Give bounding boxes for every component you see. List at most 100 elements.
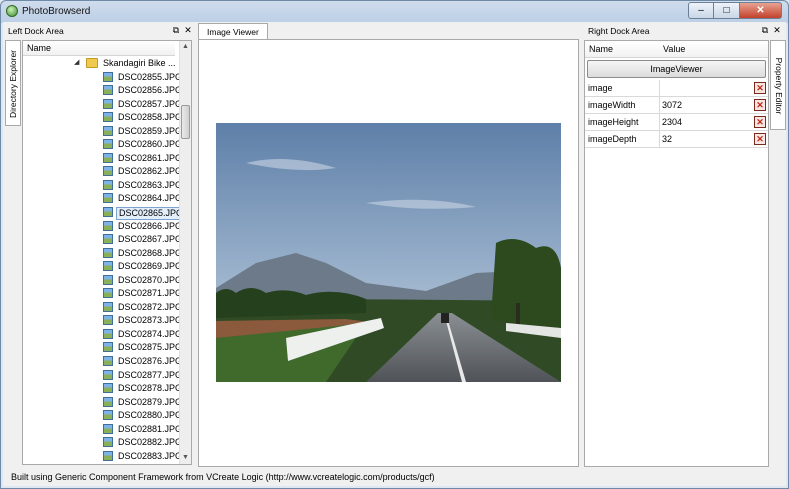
tree-file-row[interactable]: DSC02873.JPG [23, 314, 183, 328]
left-dock-title: Left Dock Area [8, 26, 64, 36]
close-icon: ✕ [756, 5, 765, 16]
tree-file-row[interactable]: DSC02880.JPG [23, 409, 182, 423]
float-dock-icon[interactable]: ⧉ [760, 24, 770, 36]
maximize-button[interactable]: □ [714, 2, 740, 19]
tab-directory-explorer[interactable]: Directory Explorer [5, 40, 21, 126]
property-row[interactable]: imageWidth 3072 ✕ [585, 97, 768, 114]
tree-file-row[interactable]: DSC02878.JPG [23, 382, 183, 396]
file-label: DSC02870.JPG [118, 274, 183, 285]
file-label: DSC02872.JPG [118, 301, 183, 312]
tree-file-row[interactable]: DSC02860.JPG [23, 138, 182, 152]
image-viewer[interactable] [198, 39, 579, 467]
tree-folder-row[interactable]: ◢ Skandagiri Bike ... [23, 57, 181, 71]
tree-file-row[interactable]: DSC02863.JPG [23, 179, 182, 193]
tree-file-row[interactable]: DSC02870.JPG [23, 274, 183, 288]
tab-property-editor[interactable]: Property Editor [770, 40, 786, 130]
tree-file-row[interactable]: DSC02868.JPG [23, 247, 183, 261]
tree-file-row[interactable]: DSC02857.JPG [23, 98, 182, 112]
property-row[interactable]: imageHeight 2304 ✕ [585, 114, 768, 131]
float-dock-icon[interactable]: ⧉ [171, 24, 181, 36]
tree-file-row[interactable]: DSC02862.JPG [23, 165, 183, 179]
file-label: DSC02876.JPG [118, 356, 183, 367]
file-label: DSC02883.JPG [118, 450, 183, 461]
main-frame: Left Dock Area ⧉ ✕ Directory Explorer Na… [3, 22, 786, 486]
tree-file-row[interactable]: DSC02861.JPG [23, 152, 182, 166]
file-label: DSC02879.JPG [118, 396, 183, 407]
tree-file-row[interactable]: DSC02858.JPG [23, 111, 182, 125]
image-file-icon [103, 410, 113, 421]
close-dock-icon[interactable]: ✕ [183, 24, 193, 36]
tree-file-row[interactable]: DSC02855.JPG [23, 71, 182, 85]
tree-file-row[interactable]: DSC02882.JPG [23, 436, 182, 450]
property-value[interactable]: 2304 [662, 117, 682, 127]
file-label: DSC02862.JPG [118, 166, 183, 177]
scroll-thumb[interactable] [181, 105, 190, 139]
file-label: DSC02874.JPG [118, 328, 183, 339]
tab-image-viewer[interactable]: Image Viewer [198, 23, 268, 40]
property-row[interactable]: image ✕ [585, 80, 768, 97]
column-name-header[interactable]: Name [589, 44, 613, 54]
image-file-icon [103, 383, 113, 394]
image-viewer-object-button[interactable]: ImageViewer [587, 60, 766, 78]
file-label: DSC02868.JPG [118, 247, 183, 258]
tree-file-row[interactable]: DSC02856.JPG [23, 84, 182, 98]
window-title: PhotoBrowserd [22, 6, 91, 17]
property-value[interactable]: 3072 [662, 100, 682, 110]
tree-file-row[interactable]: DSC02869.JPG [23, 260, 182, 274]
close-button[interactable]: ✕ [740, 2, 782, 19]
image-file-icon [103, 152, 113, 163]
image-file-icon [103, 369, 113, 380]
tree-scrollbar[interactable]: ▲ ▼ [179, 41, 191, 464]
tree-file-row[interactable]: DSC02874.JPG [23, 328, 183, 342]
delete-property-icon[interactable]: ✕ [754, 133, 766, 145]
image-file-icon [103, 450, 113, 461]
scroll-up-icon[interactable]: ▲ [180, 41, 191, 53]
image-file-icon [103, 166, 113, 177]
delete-property-icon[interactable]: ✕ [754, 116, 766, 128]
tree-file-row[interactable]: DSC02876.JPG [23, 355, 183, 369]
image-file-icon [103, 207, 113, 218]
file-label: DSC02871.JPG [118, 288, 183, 299]
tree-file-row[interactable]: DSC02879.JPG [23, 396, 183, 410]
tree-file-row[interactable]: DSC02872.JPG [23, 301, 183, 315]
right-dock-title: Right Dock Area [588, 26, 650, 36]
file-label: DSC02873.JPG [118, 315, 183, 326]
image-file-icon [103, 437, 113, 448]
property-editor[interactable]: Name Value ImageViewer image ✕ imageWidth 3… [584, 40, 769, 467]
image-file-icon [103, 261, 113, 272]
tree-header-name[interactable]: Name [23, 41, 175, 56]
property-value[interactable]: 32 [662, 134, 672, 144]
file-label: DSC02878.JPG [118, 383, 183, 394]
file-label: DSC02881.JPG [118, 423, 183, 434]
tree-file-row[interactable]: DSC02871.JPG [23, 287, 183, 301]
tree-file-row[interactable]: DSC02859.JPG [23, 125, 182, 139]
tree-file-row[interactable]: DSC02867.JPG [23, 233, 183, 247]
tree-file-row[interactable]: DSC02881.JPG [23, 423, 183, 437]
tree-file-row[interactable]: DSC02877.JPG [23, 369, 183, 383]
file-label: DSC02865.JPG [116, 207, 187, 221]
image-file-icon [103, 423, 113, 434]
road-landscape-image [216, 123, 561, 382]
image-file-icon [103, 288, 113, 299]
delete-property-icon[interactable]: ✕ [754, 99, 766, 111]
tree-file-row[interactable]: DSC02865.JPG [23, 206, 187, 221]
app-window: PhotoBrowserd – □ ✕ Left Dock Area ⧉ ✕ D… [0, 0, 789, 489]
image-file-icon [103, 301, 113, 312]
tree-file-row[interactable]: DSC02866.JPG [23, 220, 182, 234]
delete-property-icon[interactable]: ✕ [754, 82, 766, 94]
collapse-arrow-icon[interactable]: ◢ [74, 58, 79, 66]
file-label: DSC02867.JPG [118, 234, 183, 245]
scroll-down-icon[interactable]: ▼ [180, 452, 191, 464]
image-file-icon [103, 139, 113, 150]
property-rows: image ✕ imageWidth 3072 ✕ imageHeight 2304 ✕ ima… [585, 80, 768, 148]
directory-tree[interactable]: Name ◢ Skandagiri Bike ... DSC02855.JPG D… [22, 40, 192, 465]
column-value-header[interactable]: Value [663, 44, 685, 54]
property-row[interactable]: imageDepth 32 ✕ [585, 131, 768, 148]
image-file-icon [103, 179, 113, 190]
close-dock-icon[interactable]: ✕ [772, 24, 782, 36]
tree-file-row[interactable]: DSC02883.JPG [23, 450, 183, 464]
minimize-button[interactable]: – [688, 2, 714, 19]
tree-file-row[interactable]: DSC02875.JPG [23, 341, 182, 355]
tree-file-row[interactable]: DSC02864.JPG [23, 192, 182, 206]
file-label: DSC02877.JPG [118, 369, 183, 380]
